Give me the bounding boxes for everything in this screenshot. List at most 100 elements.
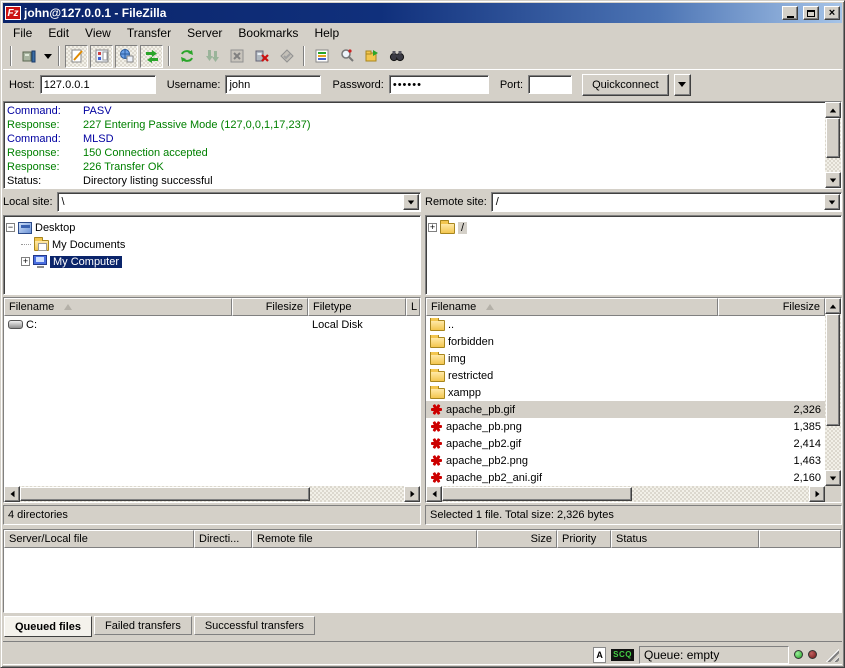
menu-help[interactable]: Help — [306, 24, 347, 42]
tree-item-root[interactable]: + / — [428, 219, 839, 236]
menu-server[interactable]: Server — [179, 24, 230, 42]
remote-vertical-scrollbar[interactable] — [825, 298, 841, 486]
scroll-left-button[interactable] — [426, 486, 442, 502]
scrollbar-thumb[interactable] — [826, 314, 840, 426]
column-header-last-modified[interactable]: L — [406, 298, 420, 316]
quickconnect-button[interactable]: Quickconnect — [582, 74, 669, 96]
scrollbar-track[interactable] — [825, 158, 841, 172]
tree-item-desktop[interactable]: − Desktop — [6, 219, 418, 236]
resize-grip[interactable] — [824, 647, 839, 662]
column-header-size[interactable]: Size — [477, 530, 557, 548]
scroll-down-button[interactable] — [825, 172, 841, 188]
file-name: apache_pb.gif — [446, 404, 515, 416]
menu-bookmarks[interactable]: Bookmarks — [230, 24, 306, 42]
remote-site-combobox[interactable]: / — [491, 192, 842, 212]
column-header-priority[interactable]: Priority — [557, 530, 611, 548]
file-row[interactable]: apache_pb2.gif 2,414 — [426, 435, 825, 452]
log-vertical-scrollbar[interactable] — [825, 102, 841, 188]
refresh-button[interactable] — [175, 45, 198, 68]
queue-header: Server/Local file Directi... Remote file… — [4, 530, 841, 548]
file-row[interactable]: forbidden — [426, 333, 825, 350]
file-size: 2,326 — [718, 404, 825, 416]
cancel-button[interactable] — [225, 45, 248, 68]
file-row[interactable]: .. — [426, 316, 825, 333]
process-queue-button[interactable] — [200, 45, 223, 68]
maximize-button[interactable] — [803, 6, 819, 20]
file-row-c-drive[interactable]: C: Local Disk — [4, 316, 420, 333]
tab-queued-files[interactable]: Queued files — [4, 616, 92, 637]
tree-item-label-selected: My Computer — [50, 256, 122, 268]
speed-limit-badge-icon[interactable]: SCQ — [611, 649, 634, 661]
scroll-up-button[interactable] — [825, 298, 841, 314]
titlebar[interactable]: Fz john@127.0.0.1 - FileZilla × — [3, 3, 842, 23]
disconnect-button[interactable] — [250, 45, 273, 68]
tab-failed-transfers[interactable]: Failed transfers — [94, 616, 192, 635]
minimize-button[interactable] — [782, 6, 798, 20]
toggle-remote-tree-button[interactable] — [115, 45, 138, 68]
scrollbar-track[interactable] — [825, 426, 841, 470]
tree-item-my-documents[interactable]: My Documents — [6, 236, 418, 253]
file-row[interactable]: img — [426, 350, 825, 367]
reconnect-button[interactable] — [275, 45, 298, 68]
scroll-left-button[interactable] — [4, 486, 20, 502]
file-search-button[interactable] — [335, 45, 358, 68]
synchronized-browsing-button[interactable] — [385, 45, 408, 68]
scrollbar-thumb[interactable] — [826, 118, 840, 158]
column-header-filesize[interactable]: Filesize — [718, 298, 825, 316]
file-row[interactable]: apache_pb.png 1,385 — [426, 418, 825, 435]
file-row[interactable]: apache_pb2_ani.gif 2,160 — [426, 469, 825, 486]
scroll-up-button[interactable] — [825, 102, 841, 118]
scroll-right-button[interactable] — [404, 486, 420, 502]
scrollbar-thumb[interactable] — [20, 487, 310, 501]
quickconnect-dropdown[interactable] — [674, 74, 691, 96]
column-header-filetype[interactable]: Filetype — [308, 298, 406, 316]
local-site-combobox[interactable]: \ — [57, 192, 421, 212]
column-header-server-local-file[interactable]: Server/Local file — [4, 530, 194, 548]
file-row[interactable]: apache_pb2.png 1,463 — [426, 452, 825, 469]
password-input[interactable] — [389, 75, 489, 94]
menu-edit[interactable]: Edit — [40, 24, 77, 42]
menu-transfer[interactable]: Transfer — [119, 24, 179, 42]
toggle-transfer-queue-button[interactable] — [140, 45, 163, 68]
toggle-message-log-button[interactable] — [65, 45, 88, 68]
file-row[interactable]: restricted — [426, 367, 825, 384]
queue-list-area[interactable] — [4, 548, 841, 612]
close-button[interactable]: × — [824, 6, 840, 20]
column-header-status[interactable]: Status — [611, 530, 759, 548]
port-input[interactable] — [528, 75, 572, 94]
column-header-filename[interactable]: Filename — [4, 298, 232, 316]
local-site-dropdown-button[interactable] — [403, 194, 419, 210]
scroll-right-button[interactable] — [809, 486, 825, 502]
collapse-icon[interactable]: − — [6, 223, 15, 232]
host-input[interactable] — [40, 75, 156, 94]
menu-file[interactable]: File — [5, 24, 40, 42]
file-row[interactable]: xampp — [426, 384, 825, 401]
tab-successful-transfers[interactable]: Successful transfers — [194, 616, 315, 635]
scrollbar-track[interactable] — [310, 486, 404, 502]
scrollbar-thumb[interactable] — [442, 487, 632, 501]
remote-horizontal-scrollbar[interactable] — [426, 486, 825, 502]
menu-view[interactable]: View — [77, 24, 119, 42]
filename-filters-button[interactable] — [310, 45, 333, 68]
local-horizontal-scrollbar[interactable] — [4, 486, 420, 502]
username-input[interactable] — [225, 75, 321, 94]
expand-icon[interactable]: + — [21, 257, 30, 266]
toggle-local-tree-button[interactable] — [90, 45, 113, 68]
directory-comparison-button[interactable] — [360, 45, 383, 68]
transfer-type-ascii-icon[interactable]: A — [593, 647, 606, 663]
file-row-selected[interactable]: apache_pb.gif 2,326 — [426, 401, 825, 418]
column-header-direction[interactable]: Directi... — [194, 530, 252, 548]
tree-item-my-computer[interactable]: + My Computer — [6, 253, 418, 270]
site-manager-button[interactable] — [17, 45, 40, 68]
site-manager-dropdown[interactable] — [41, 45, 54, 68]
scroll-down-button[interactable] — [825, 470, 841, 486]
scrollbar-track[interactable] — [632, 486, 809, 502]
filezilla-window: Fz john@127.0.0.1 - FileZilla × File Edi… — [0, 0, 845, 668]
column-header-remote-file[interactable]: Remote file — [252, 530, 477, 548]
expand-icon[interactable]: + — [428, 223, 437, 232]
column-header-filesize[interactable]: Filesize — [232, 298, 308, 316]
scrollbar-corner — [825, 486, 841, 502]
filezilla-app-icon[interactable]: Fz — [5, 6, 21, 20]
remote-site-dropdown-button[interactable] — [824, 194, 840, 210]
column-header-filename[interactable]: Filename — [426, 298, 718, 316]
